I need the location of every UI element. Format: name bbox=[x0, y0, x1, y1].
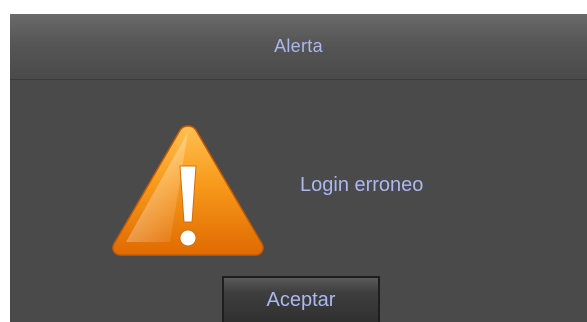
alert-message: Login erroneo bbox=[300, 174, 424, 196]
alert-dialog: Alerta Login erroneo Aceptar bbox=[10, 14, 587, 322]
accept-button[interactable]: Aceptar bbox=[222, 276, 380, 322]
dialog-title: Alerta bbox=[274, 36, 323, 56]
warning-icon bbox=[110, 122, 266, 258]
dialog-titlebar: Alerta bbox=[10, 14, 587, 80]
